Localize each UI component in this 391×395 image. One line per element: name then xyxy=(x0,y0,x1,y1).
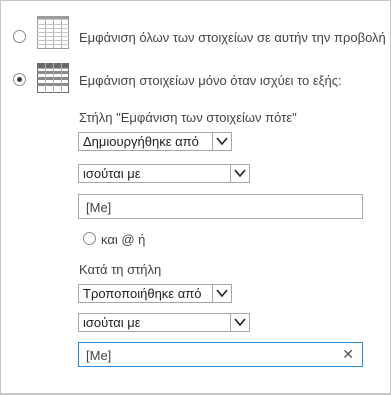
close-icon[interactable]: ✕ xyxy=(342,347,354,362)
show-all-label[interactable]: Εμφάνιση όλων των στοιχείων σε αυτήν την… xyxy=(79,30,386,45)
chevron-down-icon[interactable] xyxy=(212,285,231,302)
filtered-table-icon xyxy=(37,63,69,98)
filter2-value-text: [Me] xyxy=(86,348,112,363)
and-or-radio[interactable] xyxy=(83,232,96,245)
filter2-operator-select[interactable]: ισούται με xyxy=(78,313,250,332)
chevron-down-icon[interactable] xyxy=(230,165,249,182)
filter1-column-value: Δημιουργήθηκε από xyxy=(83,134,199,149)
filter-panel: Εμφάνιση όλων των στοιχείων σε αυτήν την… xyxy=(0,0,391,395)
chevron-down-icon[interactable] xyxy=(230,314,249,331)
filter1-heading: Στήλη "Εμφάνιση των στοιχείων πότε" xyxy=(79,110,297,125)
filter2-column-select[interactable]: Τροποποιήθηκε από xyxy=(78,284,232,303)
filter1-operator-select[interactable]: ισούται με xyxy=(78,164,250,183)
filter2-heading: Κατά τη στήλη xyxy=(79,262,162,277)
table-grid-icon xyxy=(37,16,69,54)
filter1-operator-value: ισούται με xyxy=(83,166,141,181)
filter2-operator-value: ισούται με xyxy=(83,315,141,330)
filter1-column-select[interactable]: Δημιουργήθηκε από xyxy=(78,132,232,151)
filter2-value-input[interactable]: [Me] ✕ xyxy=(78,342,363,367)
filter1-value-input[interactable]: [Me] xyxy=(78,194,363,219)
show-filtered-radio[interactable] xyxy=(13,73,26,86)
filter2-column-value: Τροποποιήθηκε από xyxy=(83,286,202,301)
show-all-radio[interactable] xyxy=(13,30,26,43)
show-filtered-label[interactable]: Εμφάνιση στοιχείων μόνο όταν ισχύει το ε… xyxy=(79,73,342,88)
filter1-value-text: [Me] xyxy=(86,200,112,215)
and-or-label[interactable]: και @ ή xyxy=(101,232,145,247)
chevron-down-icon[interactable] xyxy=(212,133,231,150)
